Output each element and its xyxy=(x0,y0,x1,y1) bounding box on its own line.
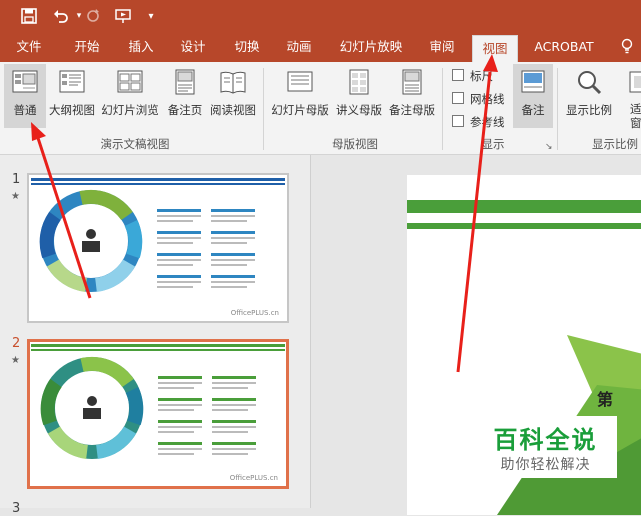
watermark-subtitle: 助你轻松解决 xyxy=(500,457,591,473)
watermark-title: 百科全说 xyxy=(493,426,598,454)
watermark-logo: 百科全说 助你轻松解决 xyxy=(474,416,617,478)
